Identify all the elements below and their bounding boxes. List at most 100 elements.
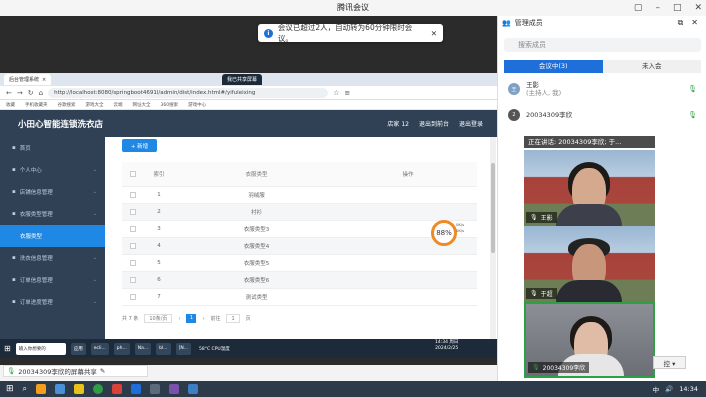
row-checkbox[interactable]	[130, 226, 136, 232]
video-tile[interactable]: 🎙 于超	[524, 226, 655, 302]
logout-link[interactable]: 退出登录	[459, 119, 483, 128]
remote-search[interactable]: 输入你想要的	[15, 342, 66, 355]
page-size-select[interactable]: 10条/页	[144, 314, 173, 323]
sidebar-item[interactable]: ▪ 店铺信息管理 ⌄	[0, 181, 105, 203]
sidebar-label: 洗衣信息管理	[19, 256, 53, 262]
bookmark-item[interactable]: 云端	[114, 102, 123, 108]
page-number[interactable]: 1	[186, 314, 197, 323]
back-icon[interactable]: ←	[6, 89, 12, 97]
goto-input[interactable]: 1	[226, 314, 240, 323]
minimize-button[interactable]: –	[655, 3, 660, 13]
table-row[interactable]: 3 衣服类型3	[122, 221, 477, 238]
bookmark-item[interactable]: 游戏中心	[188, 102, 206, 108]
maximize-button[interactable]: □	[673, 3, 682, 13]
sidebar-item[interactable]: ▪ 个人中心 ⌄	[0, 159, 105, 181]
folder-icon[interactable]	[74, 384, 85, 394]
member-row[interactable]: 王 王影 (主持人, 我) 🎙	[498, 78, 706, 100]
star-icon[interactable]: ☆	[333, 89, 339, 97]
pagination: 共 7 条 10条/页 ‹ 1 › 前往 1 页	[122, 314, 251, 323]
forward-icon[interactable]: →	[17, 89, 23, 97]
app-icon[interactable]	[112, 384, 123, 394]
video-tile-speaking[interactable]: 🎙 20034309李欣	[524, 302, 655, 378]
row-checkbox[interactable]	[130, 192, 136, 198]
sidebar-item[interactable]: ▪ 订单信息管理 ⌄	[0, 269, 105, 291]
table-row[interactable]: 6 衣服类型6	[122, 272, 477, 289]
sidebar-item[interactable]: ▪ 洗衣信息管理 ⌄	[0, 247, 105, 269]
mic-icon[interactable]: 🎙	[688, 85, 697, 93]
remote-task[interactable]: [N...	[175, 342, 191, 355]
remote-task[interactable]: 应用	[70, 342, 86, 355]
bookmark-item[interactable]: 游戏大全	[86, 102, 104, 108]
notice-banner: i 会议已超过2人，自动转为60分钟限时会议。 ✕	[258, 23, 443, 43]
chevron-down-icon: ⌄	[92, 189, 97, 195]
close-icon[interactable]: ✕	[431, 29, 437, 38]
tab-in-meeting[interactable]: 会议中(3)	[504, 60, 603, 73]
row-checkbox[interactable]	[130, 277, 136, 283]
app-icon[interactable]	[36, 384, 47, 394]
app-icon[interactable]	[169, 384, 180, 394]
app-header: 小田心智能连锁洗衣店 店家 12 退出到前台 退出登录	[0, 110, 497, 137]
scroll-thumb[interactable]	[491, 163, 495, 253]
row-checkbox[interactable]	[130, 260, 136, 266]
panel-title: 👥 管理成员	[502, 19, 543, 27]
next-page-icon[interactable]: ›	[202, 316, 204, 322]
url-input[interactable]: http://localhost:8080/springboot4691l/ad…	[48, 87, 329, 98]
browser-icon[interactable]	[93, 384, 104, 394]
member-row[interactable]: 2 20034309李欣 🎙	[498, 104, 706, 126]
bookmark-item[interactable]: 网址大全	[133, 102, 151, 108]
remote-task[interactable]: ph...	[113, 342, 130, 355]
bookmark-item[interactable]: 收藏	[6, 102, 15, 108]
tab-not-joined[interactable]: 未入会	[602, 60, 701, 73]
clock[interactable]: 14:34	[679, 385, 698, 393]
app-icon[interactable]	[188, 384, 199, 394]
windows-icon[interactable]: ⊞	[6, 384, 14, 394]
speaker-icon[interactable]: 🔊	[665, 385, 673, 393]
sidebar-item[interactable]: 衣服类型	[0, 225, 105, 247]
sidebar-label: 订单信息管理	[19, 278, 53, 284]
app-icon[interactable]	[55, 384, 66, 394]
menu-icon[interactable]: ≡	[344, 89, 350, 97]
control-button[interactable]: 控 ▾	[653, 356, 686, 369]
refresh-icon[interactable]: ↻	[28, 89, 34, 97]
ime-indicator[interactable]: 中	[653, 384, 660, 394]
row-checkbox[interactable]	[130, 209, 136, 215]
chevron-down-icon: ⌄	[92, 255, 97, 261]
close-icon[interactable]: ✕	[691, 18, 698, 28]
search-icon[interactable]: ⌕	[23, 384, 27, 394]
bookmark-item[interactable]: 谷歌搜索	[58, 102, 76, 108]
select-all-checkbox[interactable]	[130, 171, 136, 177]
add-button[interactable]: + 新增	[122, 139, 157, 152]
sidebar-item[interactable]: ▪ 订单进度管理 ⌄	[0, 291, 105, 313]
table-row[interactable]: 5 衣服类型5	[122, 255, 477, 272]
close-icon[interactable]: ×	[42, 77, 46, 83]
goto-frontend-link[interactable]: 退出到前台	[419, 119, 449, 128]
bookmark-item[interactable]: 360搜索	[161, 102, 179, 108]
cell-type: 衣服类型6	[243, 278, 270, 284]
close-button[interactable]: ✕	[694, 3, 702, 13]
remote-task[interactable]: Na...	[134, 342, 152, 355]
meeting-icon[interactable]	[131, 384, 142, 394]
row-checkbox[interactable]	[130, 294, 136, 300]
menu-icon: ▪	[12, 299, 16, 305]
table-row[interactable]: 2 衬衫	[122, 204, 477, 221]
browser-tab[interactable]: 后台管理系统 ×	[4, 74, 52, 85]
remote-task[interactable]: bl...	[156, 342, 171, 355]
pin-button[interactable]: ▢	[634, 3, 643, 13]
sidebar-item[interactable]: ▪ 首页	[0, 137, 105, 159]
sidebar-item[interactable]: ▪ 衣服类型管理 ⌄	[0, 203, 105, 225]
member-search-input[interactable]: 搜索成员	[504, 38, 701, 52]
windows-icon[interactable]: ⊞	[4, 344, 11, 353]
popout-icon[interactable]: ⧉	[678, 18, 684, 28]
app-icon[interactable]	[150, 384, 161, 394]
video-tile[interactable]: 🎙 王影	[524, 150, 655, 226]
remote-task[interactable]: ecli...	[90, 342, 109, 355]
home-icon[interactable]: ⌂	[39, 89, 43, 97]
table-row[interactable]: 4 衣服类型4	[122, 238, 477, 255]
table-row[interactable]: 7 测试类型	[122, 289, 477, 306]
pencil-icon[interactable]: ✎	[100, 367, 105, 375]
mic-icon[interactable]: 🎙	[688, 111, 697, 119]
table-row[interactable]: 1 羽绒服	[122, 187, 477, 204]
prev-page-icon[interactable]: ‹	[178, 316, 180, 322]
row-checkbox[interactable]	[130, 243, 136, 249]
bookmark-item[interactable]: 手机收藏夹	[25, 102, 48, 108]
